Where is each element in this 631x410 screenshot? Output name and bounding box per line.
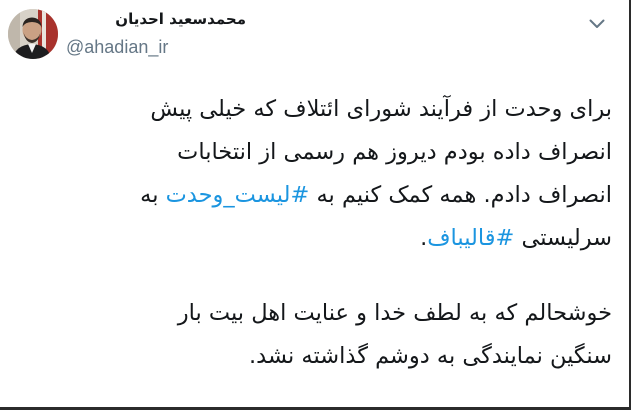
- hashtag-link-list-vahdat[interactable]: #لیست_وحدت: [166, 182, 310, 208]
- chevron-down-icon[interactable]: [586, 13, 608, 35]
- tweet-paragraph-2: خوشحالم که به لطف خدا و عنایت اهل بیت با…: [14, 292, 612, 378]
- tweet-line: انصراف داده بودم دیروز هم رسمی از انتخاب…: [177, 139, 612, 165]
- tweet-paragraph-1: برای وحدت از فرآیند شورای ائتلاف که خیلی…: [14, 88, 612, 260]
- tweet-line: سرلیستی: [514, 225, 612, 251]
- tweet-line: به: [140, 182, 166, 208]
- handle[interactable]: @ahadian_ir: [66, 34, 246, 60]
- tweet-line: برای وحدت از فرآیند شورای ائتلاف که خیلی…: [150, 96, 612, 122]
- tweet-text: برای وحدت از فرآیند شورای ائتلاف که خیلی…: [14, 88, 612, 378]
- tweet-line: انصراف دادم. همه کمک کنیم به: [309, 182, 612, 208]
- tweet-header: محمدسعید احدیان @ahadian_ir: [0, 0, 629, 80]
- author-names: محمدسعید احدیان @ahadian_ir: [66, 8, 246, 60]
- avatar-photo: [8, 9, 58, 59]
- tweet-line: خوشحالم که به لطف خدا و عنایت اهل بیت با…: [177, 300, 612, 326]
- chevron-down-glyph: [589, 19, 605, 28]
- tweet-line: سنگین نمایندگی به دوشم گذاشته نشد.: [248, 343, 612, 369]
- avatar[interactable]: [8, 9, 58, 59]
- tweet-card: محمدسعید احدیان @ahadian_ir برای وحدت از…: [0, 0, 631, 410]
- display-name[interactable]: محمدسعید احدیان: [66, 8, 246, 30]
- hashtag-link-ghalibaf[interactable]: #قالیباف: [427, 225, 514, 251]
